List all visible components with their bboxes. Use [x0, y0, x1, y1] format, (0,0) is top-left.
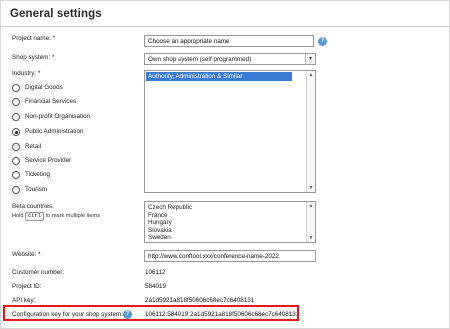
list-item[interactable]: France: [148, 212, 312, 220]
project-id-value: 584019: [145, 283, 167, 290]
radio-financial-services[interactable]: [12, 98, 20, 106]
radio-ticketing[interactable]: [12, 171, 20, 179]
project-id-label: Project ID:: [12, 283, 42, 290]
chevron-down-icon[interactable]: ▾: [305, 54, 315, 64]
shop-system-label: Shop system: *: [12, 54, 55, 61]
ctrl-key-badge: Ctrl: [25, 212, 45, 221]
title-divider: [1, 26, 450, 27]
project-name-label: Project name: *: [12, 35, 56, 42]
website-input[interactable]: http://www.conftool.xxx/conference-name-…: [144, 250, 316, 262]
radio-tourism[interactable]: [12, 186, 20, 194]
help-icon[interactable]: ?: [318, 37, 327, 46]
api-key-value: 2a1d5921a818f50606c68ec7c6408131: [145, 297, 255, 304]
scroll-down-icon[interactable]: ▼: [307, 234, 315, 242]
customer-number-value: 106112: [145, 269, 166, 276]
multi-select-hint: Hold Ctrl to mark multiple items: [12, 212, 100, 221]
radio-non-profit[interactable]: [12, 113, 20, 121]
api-key-label: API key:: [12, 297, 36, 304]
page-title: General settings: [10, 8, 102, 20]
scroll-up-icon[interactable]: ▲: [307, 202, 315, 210]
list-item[interactable]: Czech Republic: [148, 204, 312, 212]
list-item[interactable]: Hungary: [148, 219, 312, 227]
radio-retail[interactable]: [12, 143, 20, 151]
shop-system-select[interactable]: Own shop system (self programmed) ▾: [144, 53, 316, 65]
scroll-down-icon[interactable]: ▼: [307, 184, 315, 192]
radio-service-provider[interactable]: [12, 157, 20, 165]
radio-public-administration[interactable]: [12, 128, 20, 136]
industry-label: Industry: *: [12, 70, 41, 77]
selected-subcategory[interactable]: Authority, Administration & Similar: [146, 72, 292, 81]
website-label: Website: *: [12, 251, 41, 258]
scroll-up-icon[interactable]: ▲: [307, 71, 315, 79]
shop-system-value: Own shop system (self programmed): [148, 56, 252, 63]
industry-subcategory-listbox[interactable]: Authority, Administration & Similar ▲ ▼: [144, 70, 316, 193]
project-name-input[interactable]: Choose an appropriate name: [144, 35, 314, 47]
scrollbar[interactable]: ▲ ▼: [306, 71, 315, 192]
config-key-highlight: [3, 305, 299, 321]
beta-countries-label: Beta countries:: [12, 203, 55, 210]
beta-countries-listbox[interactable]: Czech Republic France Hungary Slovakia S…: [144, 201, 316, 243]
general-settings-panel: General settings Project name: * Choose …: [0, 0, 450, 329]
list-item[interactable]: Sweden: [148, 234, 312, 242]
radio-digital-goods[interactable]: [12, 84, 20, 92]
customer-number-label: Customer number:: [12, 269, 65, 276]
list-item[interactable]: Slovakia: [148, 227, 312, 235]
scrollbar[interactable]: ▲ ▼: [306, 202, 315, 242]
